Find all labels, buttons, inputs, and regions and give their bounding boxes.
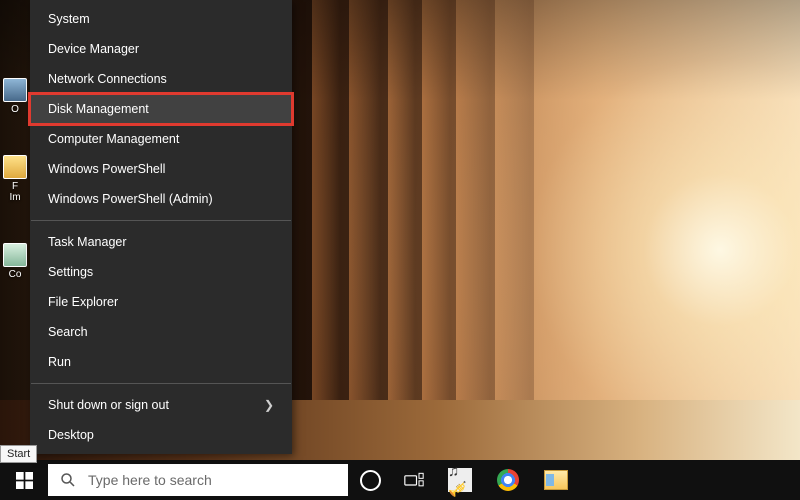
tooltip-text: Start <box>7 448 30 460</box>
winx-item-label: File Explorer <box>48 295 118 309</box>
search-placeholder: Type here to search <box>88 472 212 488</box>
winx-item-label: Device Manager <box>48 42 139 56</box>
winx-item-label: Desktop <box>48 428 94 442</box>
file-explorer-icon <box>544 470 568 490</box>
cortana-button[interactable] <box>348 460 392 500</box>
desktop-icon-label: Im <box>9 192 20 203</box>
winx-menu: System Device Manager Network Connection… <box>30 0 292 454</box>
winx-item-windows-powershell-admin[interactable]: Windows PowerShell (Admin) <box>30 184 292 214</box>
desktop-icon-1[interactable]: F Im <box>0 155 30 203</box>
winx-item-label: Shut down or sign out <box>48 398 169 412</box>
winx-item-desktop[interactable]: Desktop <box>30 420 292 450</box>
desktop-icon-label: Co <box>9 269 22 280</box>
winx-item-device-manager[interactable]: Device Manager <box>30 34 292 64</box>
winx-item-label: Windows PowerShell <box>48 162 165 176</box>
desktop-icon-0[interactable]: O <box>0 78 30 115</box>
music-icon: ♫🎺 <box>448 468 472 492</box>
windows-logo-icon <box>16 472 33 489</box>
winx-item-label: System <box>48 12 90 26</box>
winx-item-task-manager[interactable]: Task Manager <box>30 227 292 257</box>
winx-item-system[interactable]: System <box>30 4 292 34</box>
pc-icon <box>3 78 27 102</box>
winx-item-label: Task Manager <box>48 235 127 249</box>
winx-item-label: Settings <box>48 265 93 279</box>
taskbar: Type here to search ♫🎺 <box>0 460 800 500</box>
winx-item-search[interactable]: Search <box>30 317 292 347</box>
winx-item-label: Disk Management <box>48 102 149 116</box>
winx-item-label: Network Connections <box>48 72 167 86</box>
taskbar-app-music[interactable]: ♫🎺 <box>436 460 484 500</box>
taskbar-app-file-explorer[interactable] <box>532 460 580 500</box>
taskbar-search[interactable]: Type here to search <box>48 464 348 496</box>
taskbar-pinned-apps: ♫🎺 <box>436 460 580 500</box>
winx-item-label: Search <box>48 325 88 339</box>
taskbar-app-chrome[interactable] <box>484 460 532 500</box>
winx-item-computer-management[interactable]: Computer Management <box>30 124 292 154</box>
bin-icon <box>3 243 27 267</box>
folder-icon <box>3 155 27 179</box>
winx-item-network-connections[interactable]: Network Connections <box>30 64 292 94</box>
winx-item-shut-down-or-sign-out[interactable]: Shut down or sign out ❯ <box>30 390 292 420</box>
task-view-icon <box>404 472 424 488</box>
task-view-button[interactable] <box>392 460 436 500</box>
start-button[interactable] <box>0 460 48 500</box>
desktop-icon-2[interactable]: Co <box>0 243 30 280</box>
winx-item-file-explorer[interactable]: File Explorer <box>30 287 292 317</box>
winx-item-settings[interactable]: Settings <box>30 257 292 287</box>
winx-separator <box>31 383 291 384</box>
winx-item-run[interactable]: Run <box>30 347 292 377</box>
chrome-icon <box>497 469 519 491</box>
winx-item-windows-powershell[interactable]: Windows PowerShell <box>30 154 292 184</box>
desktop-icon-label: O <box>11 104 19 115</box>
chevron-right-icon: ❯ <box>264 398 274 412</box>
cortana-icon <box>360 470 381 491</box>
desktop-icon-label: F <box>12 181 18 192</box>
winx-item-disk-management[interactable]: Disk Management <box>30 94 292 124</box>
winx-item-label: Run <box>48 355 71 369</box>
search-icon <box>60 472 76 488</box>
desktop-icons: O F Im Co <box>0 78 30 320</box>
winx-item-label: Windows PowerShell (Admin) <box>48 192 213 206</box>
winx-item-label: Computer Management <box>48 132 179 146</box>
start-tooltip: Start <box>0 445 37 463</box>
winx-separator <box>31 220 291 221</box>
